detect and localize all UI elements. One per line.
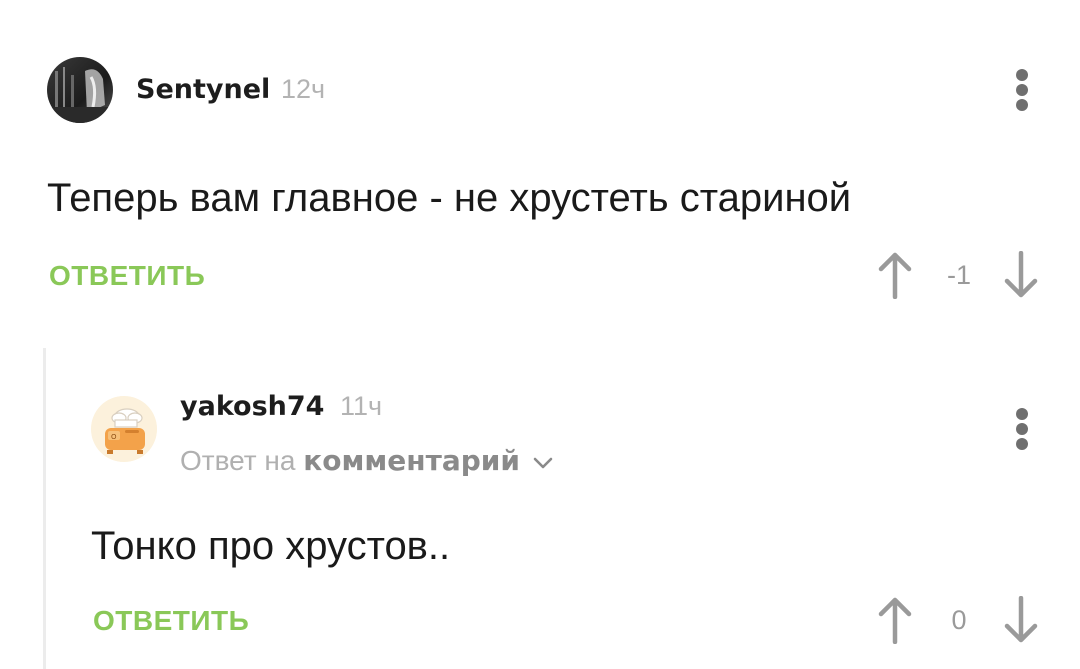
username[interactable]: Sentynel bbox=[136, 74, 270, 105]
upvote-button[interactable] bbox=[876, 251, 914, 300]
reply-to-line: Ответ на комментарий bbox=[180, 444, 554, 477]
avatar[interactable] bbox=[47, 57, 113, 123]
score: 0 bbox=[951, 605, 967, 635]
more-options-button[interactable] bbox=[1007, 69, 1037, 111]
dot-icon bbox=[1016, 69, 1028, 81]
svg-text:O: O bbox=[111, 433, 117, 441]
dot-icon bbox=[1016, 423, 1028, 435]
upvote-button[interactable] bbox=[876, 596, 914, 645]
score: -1 bbox=[946, 260, 971, 290]
dot-icon bbox=[1016, 99, 1028, 111]
comment-text: Теперь вам главное - не хрустеть старино… bbox=[47, 176, 852, 220]
arrow-down-icon bbox=[1004, 595, 1038, 643]
downvote-button[interactable] bbox=[1002, 250, 1040, 299]
chevron-down-icon[interactable] bbox=[532, 455, 554, 471]
timestamp: 12ч bbox=[281, 74, 326, 104]
reply-button[interactable]: ОТВЕТИТЬ bbox=[49, 260, 205, 292]
comment-1: Sentynel 12ч Теперь вам главное - не хру… bbox=[0, 0, 1080, 340]
avatar[interactable]: O bbox=[91, 396, 157, 462]
more-options-button[interactable] bbox=[1007, 408, 1037, 450]
downvote-button[interactable] bbox=[1002, 595, 1040, 644]
dot-icon bbox=[1016, 408, 1028, 420]
dot-icon bbox=[1016, 84, 1028, 96]
arrow-up-icon bbox=[878, 597, 912, 645]
user-photo-avatar-icon bbox=[47, 57, 113, 123]
arrow-down-icon bbox=[1004, 250, 1038, 298]
comment-2: O yakosh74 11ч Ответ на комментарий Тонк… bbox=[0, 340, 1080, 669]
reply-button[interactable]: ОТВЕТИТЬ bbox=[93, 605, 249, 637]
arrow-up-icon bbox=[878, 252, 912, 300]
chef-toaster-avatar-icon: O bbox=[91, 396, 157, 462]
timestamp: 11ч bbox=[340, 391, 383, 421]
reply-to-target-link[interactable]: комментарий bbox=[303, 444, 520, 477]
reply-to-prefix: Ответ на bbox=[180, 445, 296, 476]
comment-text: Тонко про хрустов.. bbox=[91, 524, 451, 568]
username[interactable]: yakosh74 bbox=[180, 391, 324, 422]
dot-icon bbox=[1016, 438, 1028, 450]
